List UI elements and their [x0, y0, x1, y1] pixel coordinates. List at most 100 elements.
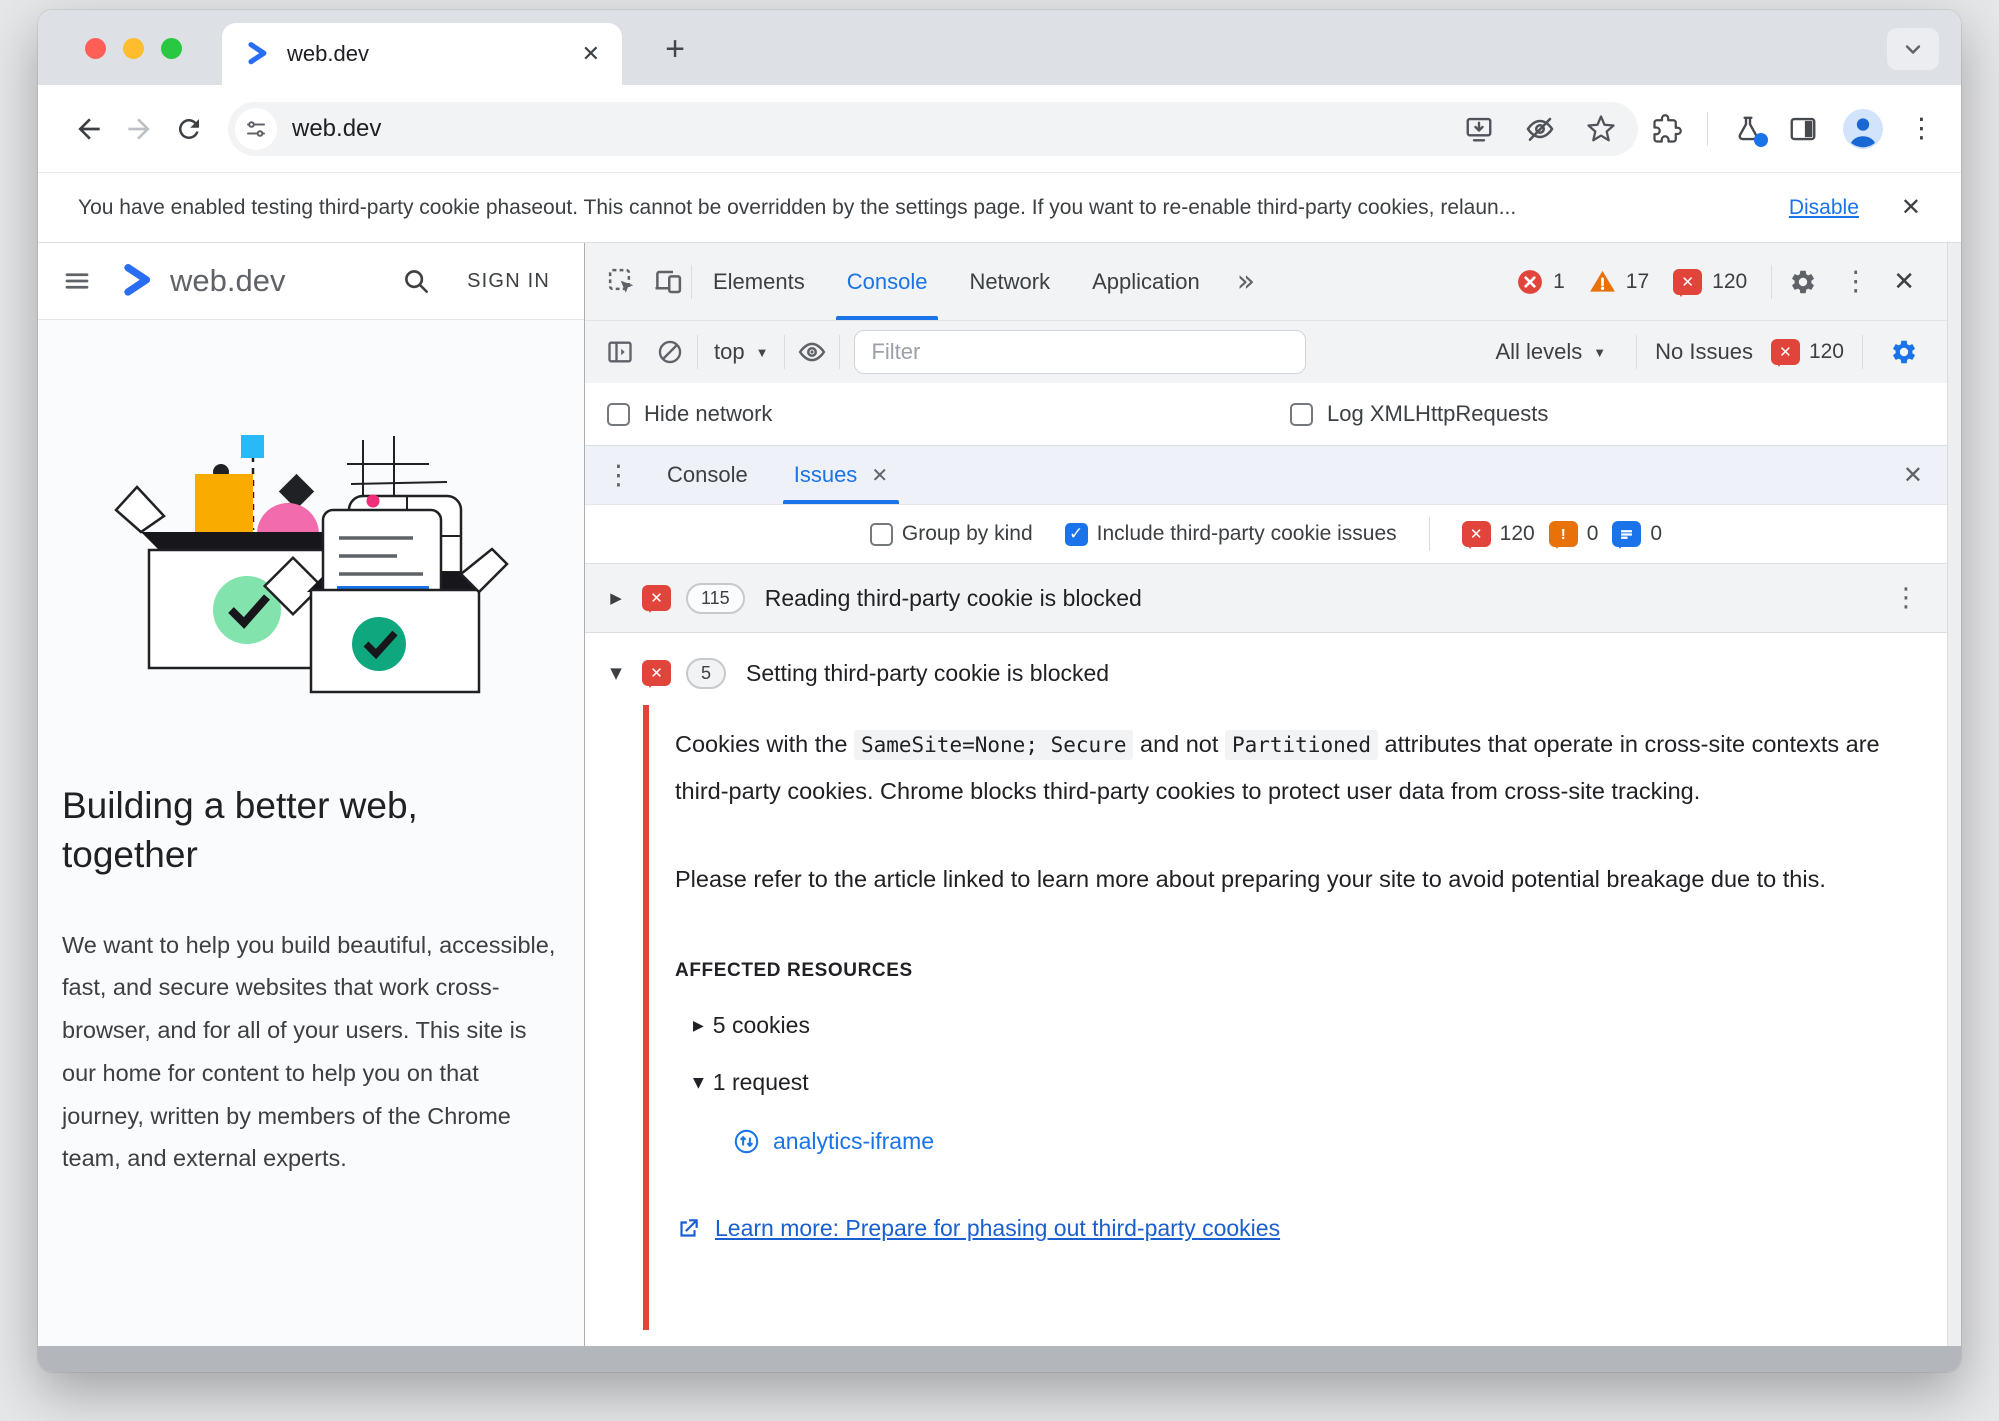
collapse-icon[interactable]: ▼	[605, 664, 627, 682]
issue-title[interactable]: Setting third-party cookie is blocked	[746, 660, 1109, 687]
console-sidebar-icon[interactable]	[597, 330, 643, 374]
tab-search-chevron-icon[interactable]	[1887, 28, 1939, 70]
extensions-puzzle-icon[interactable]	[1652, 113, 1682, 144]
site-brand[interactable]: web.dev	[170, 263, 401, 299]
dropdown-arrow-icon: ▼	[755, 344, 769, 360]
requests-tree-item[interactable]: ▼ 1 request	[675, 1069, 1913, 1096]
search-icon[interactable]	[401, 266, 431, 296]
issue-kebab-icon[interactable]: ⋮	[1879, 583, 1933, 613]
issue-error-bubble-icon: ✕	[642, 585, 671, 613]
group-by-kind-checkbox[interactable]: Group by kind	[869, 522, 1033, 546]
webdev-logo[interactable]	[118, 261, 158, 301]
infobar-disable-link[interactable]: Disable	[1789, 196, 1859, 220]
execution-context-selector[interactable]: top ▼	[702, 339, 780, 365]
browser-tab[interactable]: web.dev ✕	[222, 23, 622, 85]
checkbox-checked[interactable]: ✓	[1064, 522, 1088, 546]
more-tabs-icon[interactable]: »	[1221, 264, 1271, 299]
browser-menu-kebab-icon[interactable]: ⋮	[1908, 113, 1935, 144]
new-tab-button[interactable]: +	[652, 26, 698, 72]
reload-icon[interactable]	[164, 104, 214, 154]
collapse-icon[interactable]: ▼	[693, 1075, 704, 1091]
tab-network[interactable]: Network	[948, 243, 1071, 320]
issue-row-setting-cookie[interactable]: ▼ ✕ 5 Setting third-party cookie is bloc…	[585, 641, 1947, 705]
tab-close-icon[interactable]: ✕	[582, 41, 600, 67]
page-body: Building a better web, together We want …	[38, 320, 584, 1346]
console-toolbar-right: All levels ▼ No Issues ✕ 120	[1483, 330, 1935, 374]
side-panel-icon[interactable]	[1788, 114, 1818, 144]
checkbox-unchecked[interactable]	[1290, 402, 1313, 426]
close-window-button[interactable]	[85, 38, 106, 59]
infobar-message: You have enabled testing third-party coo…	[78, 195, 1517, 219]
devtools-scrollbar[interactable]	[1947, 243, 1961, 1346]
hide-network-checkbox[interactable]: Hide network	[607, 401, 772, 427]
inspect-element-icon[interactable]	[599, 260, 645, 304]
tab-console[interactable]: Console	[826, 243, 949, 320]
tab-elements[interactable]: Elements	[692, 243, 826, 320]
devtools-settings-gear-icon[interactable]	[1780, 260, 1826, 304]
log-xhr-checkbox[interactable]: Log XMLHttpRequests	[1290, 401, 1548, 427]
browser-window: web.dev ✕ + web.dev ⋮ You have enabled t…	[38, 10, 1961, 1372]
webdev-page: web.dev SIGN IN Building a better web, t…	[38, 243, 585, 1346]
tab-strip: web.dev ✕ +	[38, 10, 1961, 85]
bookmark-star-icon[interactable]	[1586, 114, 1616, 144]
live-expression-eye-icon[interactable]	[789, 330, 835, 374]
profile-avatar[interactable]	[1843, 108, 1883, 149]
issue-description-2: Please refer to the article linked to le…	[675, 866, 1826, 892]
console-toolbar: top ▼ All levels ▼ No Issues	[585, 320, 1947, 383]
expand-icon[interactable]: ▶	[693, 1018, 704, 1034]
console-settings-gear-icon[interactable]	[1881, 330, 1927, 374]
issue-counts: ✕ 120 ! 0 0	[1461, 521, 1662, 549]
no-issues-label[interactable]: No Issues	[1655, 339, 1753, 365]
toolbar-separator	[1862, 335, 1863, 369]
error-count-icon[interactable]	[1517, 269, 1543, 295]
affected-resources-label: AFFECTED RESOURCES	[675, 960, 913, 981]
external-link-icon	[675, 1216, 701, 1242]
drawer-close-icon[interactable]: ✕	[1887, 461, 1939, 490]
minimize-window-button[interactable]	[123, 38, 144, 59]
infobar-close-icon[interactable]: ✕	[1901, 193, 1921, 222]
drawer-tab-issues[interactable]: Issues ✕	[771, 446, 911, 504]
drawer-tab-console[interactable]: Console	[644, 446, 771, 504]
toolbar-separator	[1636, 335, 1638, 369]
toolbar-separator	[697, 335, 698, 369]
cookies-tree-item[interactable]: ▶ 5 cookies	[675, 1012, 1913, 1039]
zoom-window-button[interactable]	[161, 38, 182, 59]
drawer-menu-kebab-icon[interactable]: ⋮	[593, 460, 644, 491]
sign-in-button[interactable]: SIGN IN	[467, 270, 550, 293]
log-levels-dropdown[interactable]: All levels ▼	[1483, 339, 1618, 365]
issues-bubble-icon[interactable]: ✕	[1673, 268, 1703, 297]
expand-icon[interactable]: ▶	[605, 589, 627, 607]
site-settings-icon[interactable]	[235, 107, 277, 150]
page-title: Building a better web, together	[62, 785, 418, 875]
hamburger-menu-icon[interactable]	[62, 266, 92, 296]
address-bar[interactable]: web.dev	[228, 101, 1638, 156]
tab-application[interactable]: Application	[1071, 243, 1221, 320]
device-toolbar-icon[interactable]	[645, 260, 691, 304]
clear-console-icon[interactable]	[647, 330, 693, 374]
page-intro-text: We want to help you build beautiful, acc…	[62, 931, 556, 1172]
experiments-flask-icon[interactable]	[1733, 114, 1768, 147]
issue-detail-body: Cookies with the SameSite=None; Secure a…	[585, 705, 1947, 1346]
back-icon[interactable]	[64, 104, 114, 154]
console-issues-badge[interactable]: ✕ 120	[1770, 339, 1844, 367]
window-bottom-edge	[38, 1346, 1961, 1372]
devtools-menu-kebab-icon[interactable]: ⋮	[1834, 266, 1877, 297]
warning-count-icon[interactable]	[1589, 268, 1616, 295]
learn-more-link[interactable]: Learn more: Prepare for phasing out thir…	[675, 1215, 1913, 1242]
devtools-panel: Elements Console Network Application » 1…	[585, 243, 1961, 1346]
forward-icon[interactable]	[114, 104, 164, 154]
checkbox-unchecked[interactable]	[869, 522, 893, 546]
url-text[interactable]: web.dev	[292, 115, 1449, 143]
drawer-tab-close-icon[interactable]: ✕	[871, 463, 888, 488]
devtools-close-icon[interactable]: ✕	[1885, 266, 1923, 297]
checkbox-unchecked[interactable]	[607, 402, 630, 426]
console-filter-input[interactable]	[854, 330, 1307, 374]
install-app-icon[interactable]	[1464, 114, 1494, 144]
request-link[interactable]: analytics-iframe	[733, 1128, 1913, 1155]
error-count: 1	[1553, 269, 1565, 293]
preview-hidden-eye-icon[interactable]	[1524, 113, 1556, 145]
issue-title[interactable]: Reading third-party cookie is blocked	[765, 585, 1142, 612]
issue-row-reading-cookie[interactable]: ▶ ✕ 115 Reading third-party cookie is bl…	[585, 563, 1947, 633]
boxes-illustration	[114, 435, 509, 694]
include-third-party-checkbox[interactable]: ✓ Include third-party cookie issues	[1064, 522, 1397, 546]
